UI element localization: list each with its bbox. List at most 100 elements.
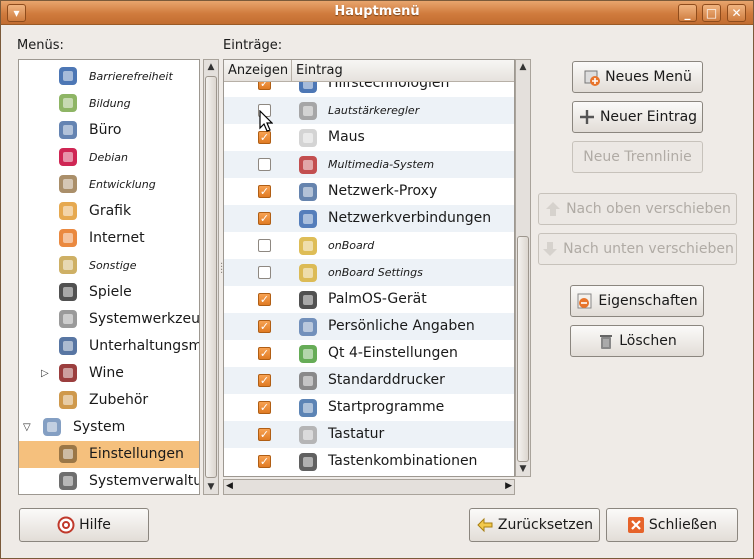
menu-item-label: Büro: [89, 122, 122, 138]
entry-label: PalmOS-Gerät: [328, 291, 427, 307]
entry-row[interactable]: Multimedia-System: [224, 151, 514, 178]
expander-expanded-icon[interactable]: ▽: [23, 422, 31, 433]
menu-item[interactable]: Bildung: [19, 90, 199, 117]
entry-label: Hilfstechnologien: [328, 82, 450, 91]
new-menu-button[interactable]: Neues Menü: [572, 61, 703, 93]
menu-item-label: Systemverwaltung: [89, 473, 199, 489]
entry-row[interactable]: onBoard: [224, 232, 514, 259]
scroll-up-arrow-icon[interactable]: ▲: [516, 60, 530, 74]
expander-collapsed-icon[interactable]: ▷: [41, 368, 49, 379]
menu-item[interactable]: Zubehör: [19, 387, 199, 414]
entries-scroll-thumb[interactable]: [517, 236, 529, 462]
maximize-button[interactable]: □: [702, 4, 721, 22]
properties-button[interactable]: Eigenschaften: [570, 285, 704, 317]
show-checkbox[interactable]: [258, 266, 271, 279]
show-checkbox[interactable]: ✓: [258, 347, 271, 360]
show-checkbox[interactable]: ✓: [258, 293, 271, 306]
close-button[interactable]: Schließen: [606, 508, 738, 542]
other-icon: [57, 254, 79, 276]
menu-item[interactable]: ▷ Wine: [19, 360, 199, 387]
scroll-down-arrow-icon[interactable]: ▼: [516, 462, 530, 476]
entry-row[interactable]: ✓ PalmOS-Gerät: [224, 286, 514, 313]
entry-row[interactable]: ✓ Tastenkombinationen: [224, 448, 514, 475]
menu-item[interactable]: Barrierefreiheit: [19, 63, 199, 90]
menu-item[interactable]: Sonstige: [19, 252, 199, 279]
entry-row[interactable]: ✓ Persönliche Angaben: [224, 313, 514, 340]
show-checkbox[interactable]: [258, 239, 271, 252]
column-header-entry[interactable]: Eintrag: [292, 60, 514, 82]
entry-label: onBoard Settings: [328, 266, 423, 279]
preferences-icon: [57, 443, 79, 465]
accessibility-icon: [57, 65, 79, 87]
move-up-button[interactable]: Nach oben verschieben: [538, 193, 737, 225]
entry-row[interactable]: ✓ Tastatur: [224, 421, 514, 448]
show-checkbox[interactable]: ✓: [258, 212, 271, 225]
show-checkbox[interactable]: ✓: [258, 401, 271, 414]
revert-button[interactable]: Zurücksetzen: [469, 508, 600, 542]
revert-label: Zurücksetzen: [497, 517, 594, 533]
menu-item[interactable]: Internet: [19, 225, 199, 252]
show-checkbox[interactable]: ✓: [258, 320, 271, 333]
entry-row[interactable]: ✓ Hilfstechnologien: [224, 82, 514, 97]
menu-item[interactable]: Entwicklung: [19, 171, 199, 198]
entries-scrollbar[interactable]: ▲ ▼: [515, 59, 531, 477]
menus-tree[interactable]: Barrierefreiheit Bildung Büro Debian Entwick…: [18, 59, 200, 495]
show-checkbox[interactable]: ✓: [258, 131, 271, 144]
entry-row[interactable]: ✓ Standarddrucker: [224, 367, 514, 394]
entry-row[interactable]: ✓ Netzwerkverbindungen: [224, 205, 514, 232]
new-separator-button[interactable]: Neue Trennlinie: [572, 141, 703, 173]
entry-row[interactable]: ✓ Netzwerk-Proxy: [224, 178, 514, 205]
show-checkbox[interactable]: ✓: [258, 374, 271, 387]
delete-button[interactable]: Löschen: [570, 325, 704, 357]
development-icon: [57, 173, 79, 195]
show-checkbox[interactable]: ✓: [258, 185, 271, 198]
onboard-settings-icon: [297, 262, 319, 284]
menu-item[interactable]: Spiele: [19, 279, 199, 306]
graphics-icon: [57, 200, 79, 222]
menus-scrollbar[interactable]: ▲ ▼: [203, 59, 219, 495]
menu-item[interactable]: Grafik: [19, 198, 199, 225]
menu-item[interactable]: ▽ System: [19, 414, 199, 441]
menu-item-label: Bildung: [89, 97, 131, 110]
personal-info-icon: [297, 316, 319, 338]
move-down-button[interactable]: Nach unten verschieben: [538, 233, 737, 265]
properties-label: Eigenschaften: [598, 293, 698, 309]
printer-icon: [297, 370, 319, 392]
window-title: Hauptmenü: [334, 4, 420, 19]
entry-row[interactable]: ✓ Startprogramme: [224, 394, 514, 421]
internet-icon: [57, 227, 79, 249]
menu-item[interactable]: Unterhaltungsmedien: [19, 333, 199, 360]
entry-row[interactable]: onBoard Settings: [224, 259, 514, 286]
menu-item-label: Spiele: [89, 284, 132, 300]
scroll-down-arrow-icon[interactable]: ▼: [204, 480, 218, 494]
show-checkbox[interactable]: ✓: [258, 82, 271, 90]
mouse-icon: [297, 127, 319, 149]
mouse-cursor-icon: [259, 110, 273, 132]
show-checkbox[interactable]: ✓: [258, 428, 271, 441]
entries-label: Einträge:: [223, 38, 283, 53]
menu-item[interactable]: Büro: [19, 117, 199, 144]
scroll-right-arrow-icon[interactable]: ▶: [505, 481, 512, 491]
menus-scroll-thumb[interactable]: [205, 76, 217, 478]
show-checkbox[interactable]: ✓: [258, 455, 271, 468]
titlebar: ▾ Hauptmenü _ □ ✕: [1, 1, 753, 25]
show-checkbox[interactable]: [258, 158, 271, 171]
menu-item[interactable]: Systemwerkzeuge: [19, 306, 199, 333]
entry-row[interactable]: ✓ Qt 4-Einstellungen: [224, 340, 514, 367]
arrow-up-icon: [546, 202, 561, 216]
close-window-button[interactable]: ✕: [727, 4, 746, 22]
entry-label: onBoard: [328, 239, 375, 252]
minimize-button[interactable]: _: [678, 4, 697, 22]
menu-item[interactable]: Debian: [19, 144, 199, 171]
close-icon: [627, 517, 644, 533]
accessories-icon: [57, 389, 79, 411]
scroll-up-arrow-icon[interactable]: ▲: [204, 60, 218, 74]
help-button[interactable]: Hilfe: [19, 508, 149, 542]
menu-item[interactable]: Systemverwaltung: [19, 468, 199, 494]
new-entry-button[interactable]: Neuer Eintrag: [572, 101, 703, 133]
menu-item[interactable]: Einstellungen: [19, 441, 199, 468]
education-icon: [57, 92, 79, 114]
column-header-show[interactable]: Anzeigen: [224, 60, 292, 82]
scroll-left-arrow-icon[interactable]: ◀: [226, 481, 233, 491]
entries-hscrollbar[interactable]: ◀ ▶: [223, 479, 515, 495]
